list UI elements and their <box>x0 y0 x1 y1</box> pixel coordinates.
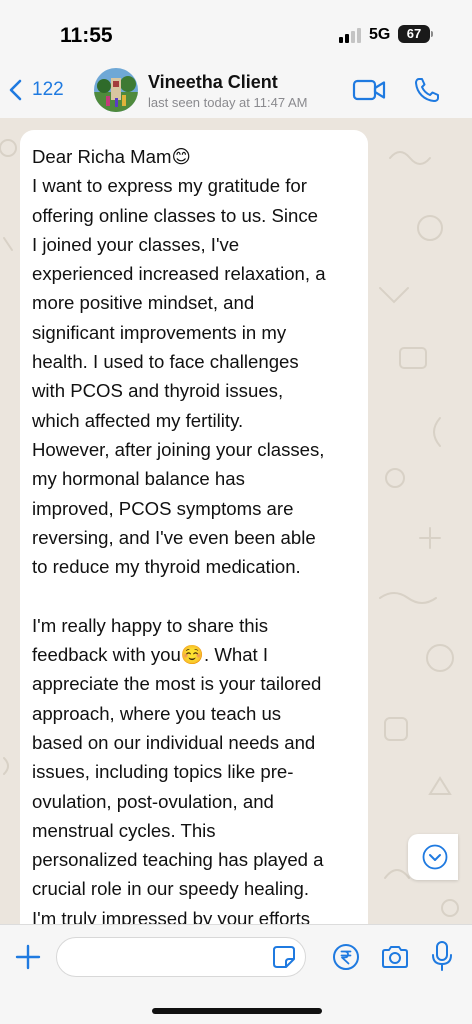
network-type: 5G <box>369 26 391 43</box>
battery-icon: 67 <box>398 25 430 43</box>
video-call-button[interactable] <box>352 78 386 102</box>
plus-icon[interactable] <box>14 943 42 971</box>
home-indicator[interactable] <box>152 1008 322 1014</box>
sticker-icon[interactable] <box>272 945 296 969</box>
last-seen-status: last seen today at 11:47 AM <box>148 95 308 110</box>
rupee-icon[interactable] <box>332 943 360 971</box>
status-bar: 11:55 5G 67 <box>0 0 472 64</box>
voice-call-button[interactable] <box>413 76 441 104</box>
message-paragraph: I'm really happy to share this feedback … <box>32 614 324 924</box>
avatar-image <box>94 68 138 112</box>
chat-area[interactable]: Dear Richa Mam😊 I want to express my gra… <box>0 118 472 924</box>
battery-level: 67 <box>406 26 422 41</box>
chevron-left-icon <box>9 79 22 101</box>
battery-tip <box>431 31 433 37</box>
message-input[interactable] <box>56 937 306 977</box>
message-paragraph: Dear Richa Mam😊 I want to express my gra… <box>32 146 326 578</box>
chevron-down-circle-icon <box>422 844 448 870</box>
microphone-icon[interactable] <box>431 940 453 972</box>
camera-icon[interactable] <box>380 943 410 971</box>
chat-header: 122 Vineetha Client last seen today at 1… <box>0 64 472 118</box>
back-button[interactable]: 122 <box>8 72 64 108</box>
avatar[interactable] <box>94 68 138 112</box>
scroll-to-bottom-button[interactable] <box>408 834 458 880</box>
status-time: 11:55 <box>60 24 113 47</box>
back-unread-count: 122 <box>32 79 64 100</box>
contact-name[interactable]: Vineetha Client <box>148 72 278 93</box>
cellular-signal-icon <box>339 27 363 43</box>
incoming-message-bubble[interactable]: Dear Richa Mam😊 I want to express my gra… <box>20 130 368 924</box>
